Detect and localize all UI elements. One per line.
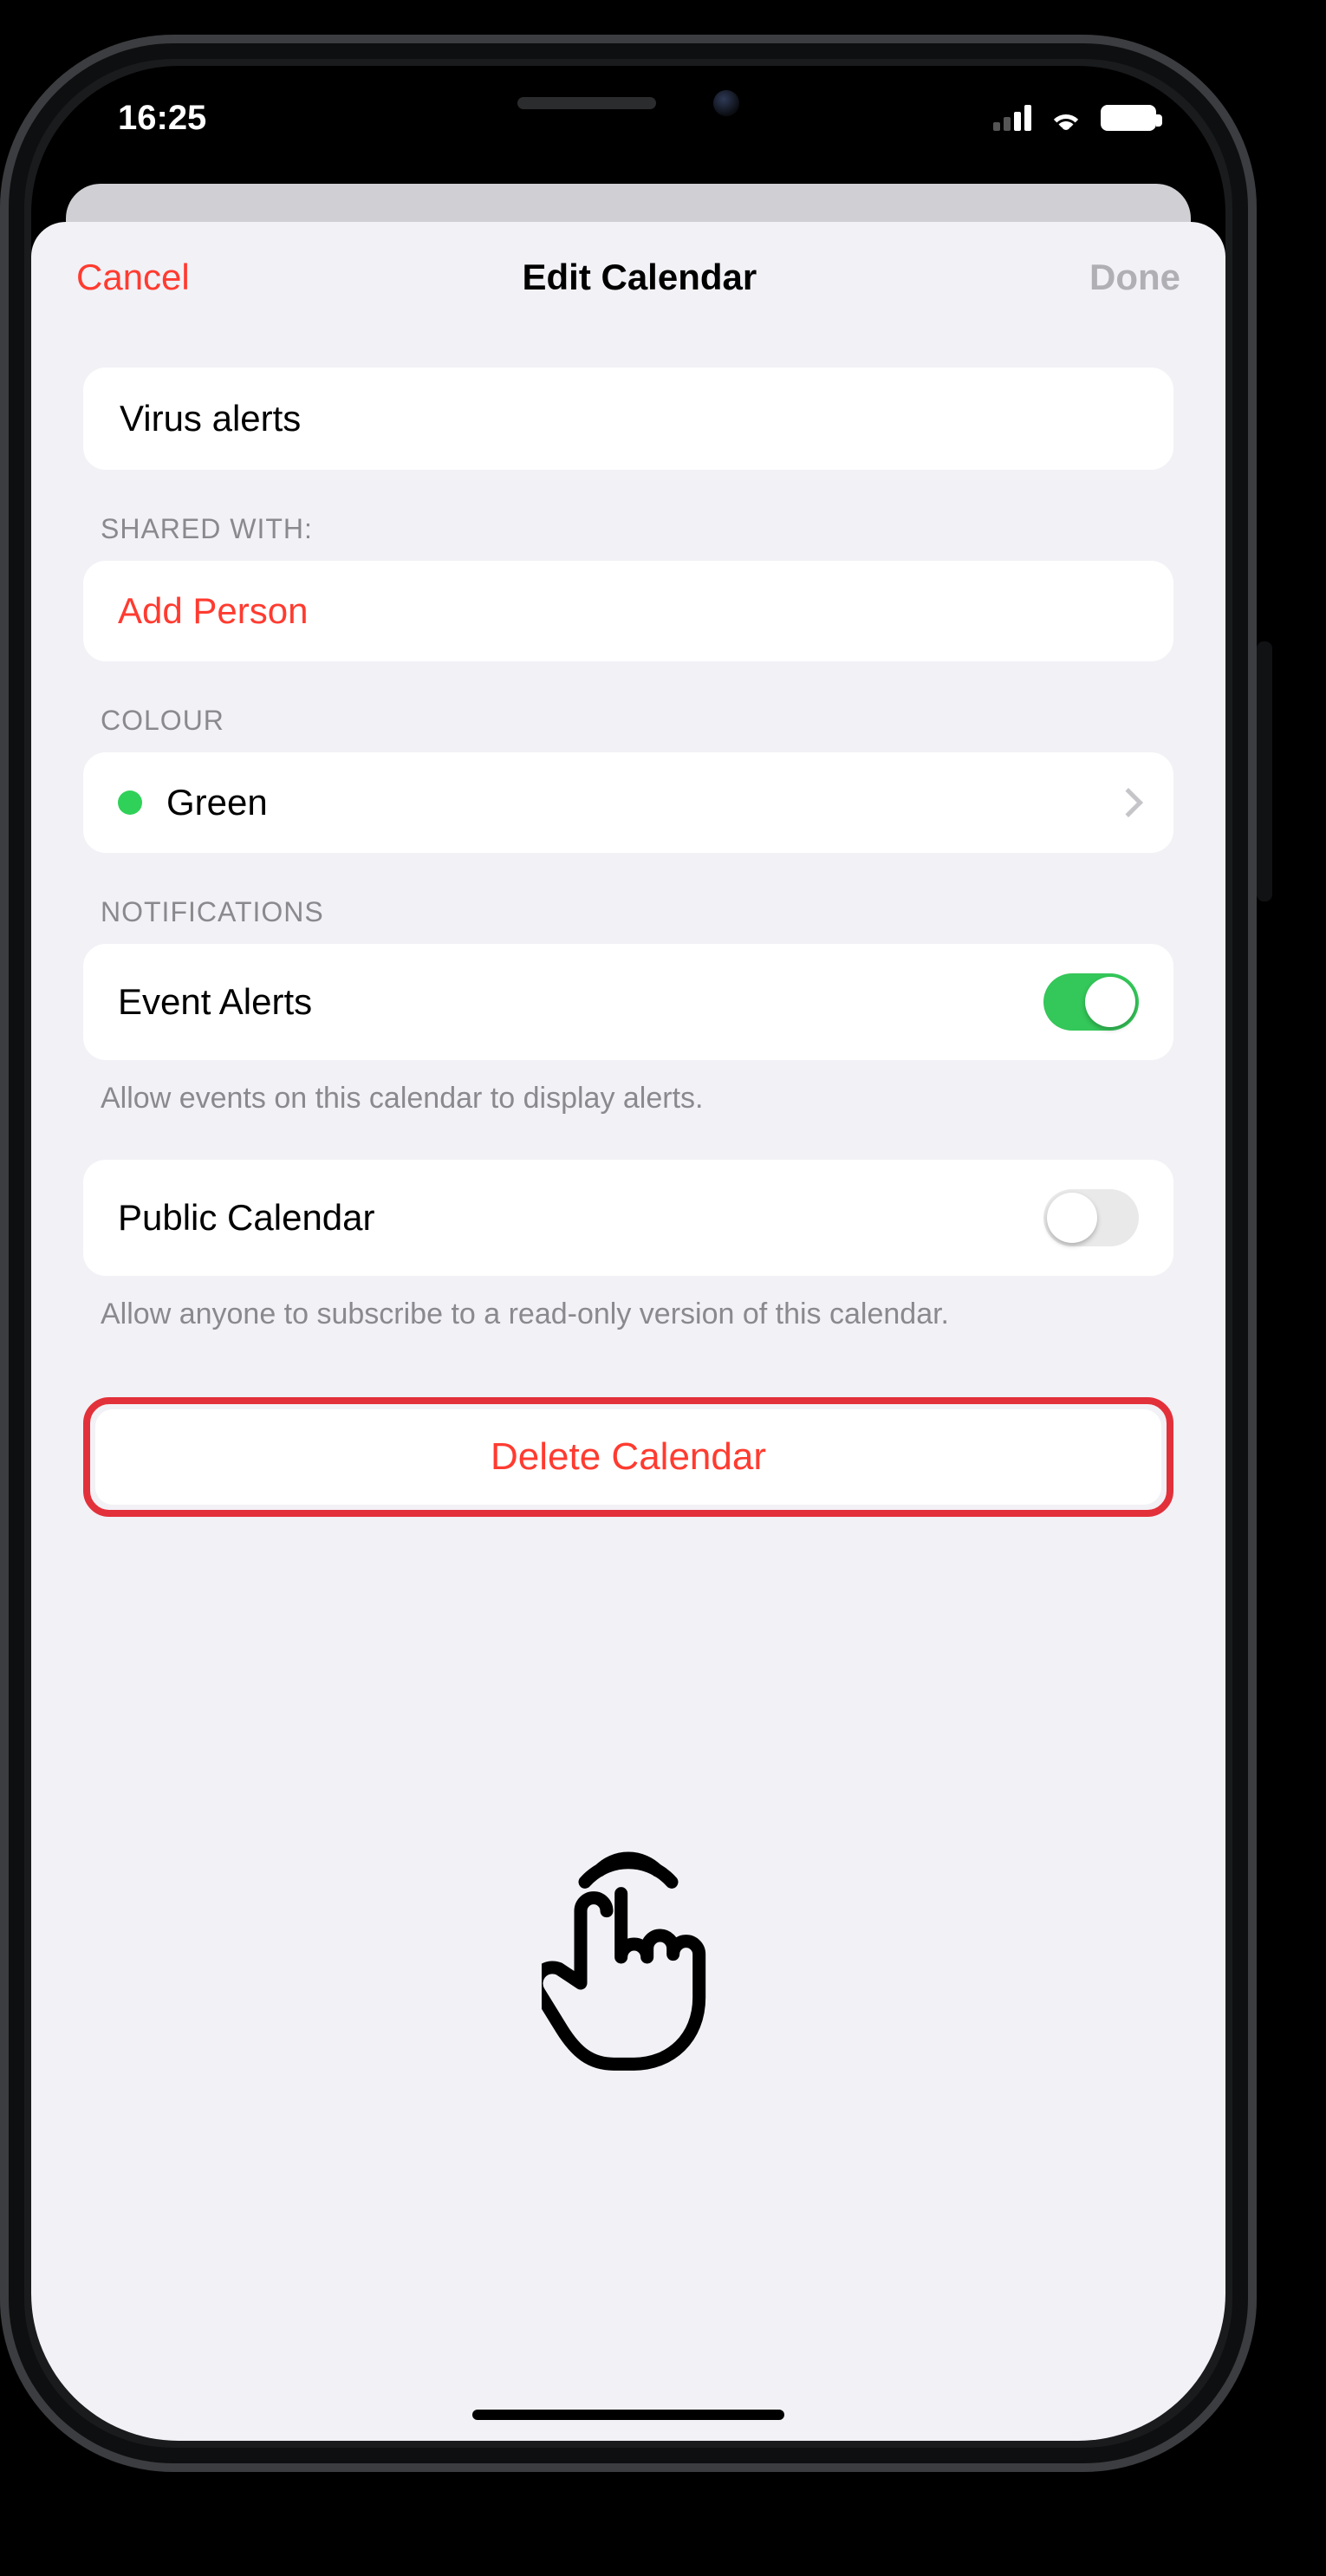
screen: 16:25 Cancel Edit Calendar Done [31, 66, 1225, 2441]
colour-swatch-icon [118, 790, 142, 815]
notch [386, 66, 871, 140]
nav-bar: Cancel Edit Calendar Done [31, 222, 1225, 315]
chevron-right-icon [1114, 788, 1143, 817]
event-alerts-footer: Allow events on this calendar to display… [83, 1060, 1173, 1120]
delete-highlight: Delete Calendar [83, 1397, 1173, 1517]
colour-row[interactable]: Green [83, 752, 1173, 853]
cellular-signal-icon [993, 105, 1031, 131]
iphone-frame: 16:25 Cancel Edit Calendar Done [0, 35, 1257, 2472]
edit-calendar-sheet: Cancel Edit Calendar Done SHARED WITH: A… [31, 222, 1225, 2441]
wifi-icon [1047, 104, 1085, 132]
home-indicator [472, 2410, 784, 2420]
shared-with-header: SHARED WITH: [83, 470, 1173, 561]
event-alerts-toggle[interactable] [1043, 973, 1139, 1031]
front-camera [713, 90, 739, 116]
calendar-name-field[interactable] [83, 368, 1173, 470]
status-time: 16:25 [118, 99, 206, 138]
delete-calendar-button[interactable]: Delete Calendar [95, 1409, 1161, 1505]
event-alerts-label: Event Alerts [118, 981, 312, 1023]
speaker-grille [517, 97, 656, 109]
public-calendar-footer: Allow anyone to subscribe to a read-only… [83, 1276, 1173, 1336]
add-person-button[interactable]: Add Person [83, 561, 1173, 661]
cancel-button[interactable]: Cancel [76, 257, 190, 298]
calendar-name-input[interactable] [118, 397, 1139, 440]
public-calendar-row[interactable]: Public Calendar [83, 1160, 1173, 1276]
colour-value: Green [166, 782, 268, 823]
public-calendar-toggle[interactable] [1043, 1189, 1139, 1246]
battery-icon [1101, 105, 1156, 131]
side-button [1257, 641, 1272, 901]
colour-header: COLOUR [83, 661, 1173, 752]
event-alerts-row[interactable]: Event Alerts [83, 944, 1173, 1060]
notifications-header: NOTIFICATIONS [83, 853, 1173, 944]
page-title: Edit Calendar [523, 257, 757, 298]
done-button[interactable]: Done [1089, 257, 1180, 298]
public-calendar-label: Public Calendar [118, 1197, 375, 1239]
